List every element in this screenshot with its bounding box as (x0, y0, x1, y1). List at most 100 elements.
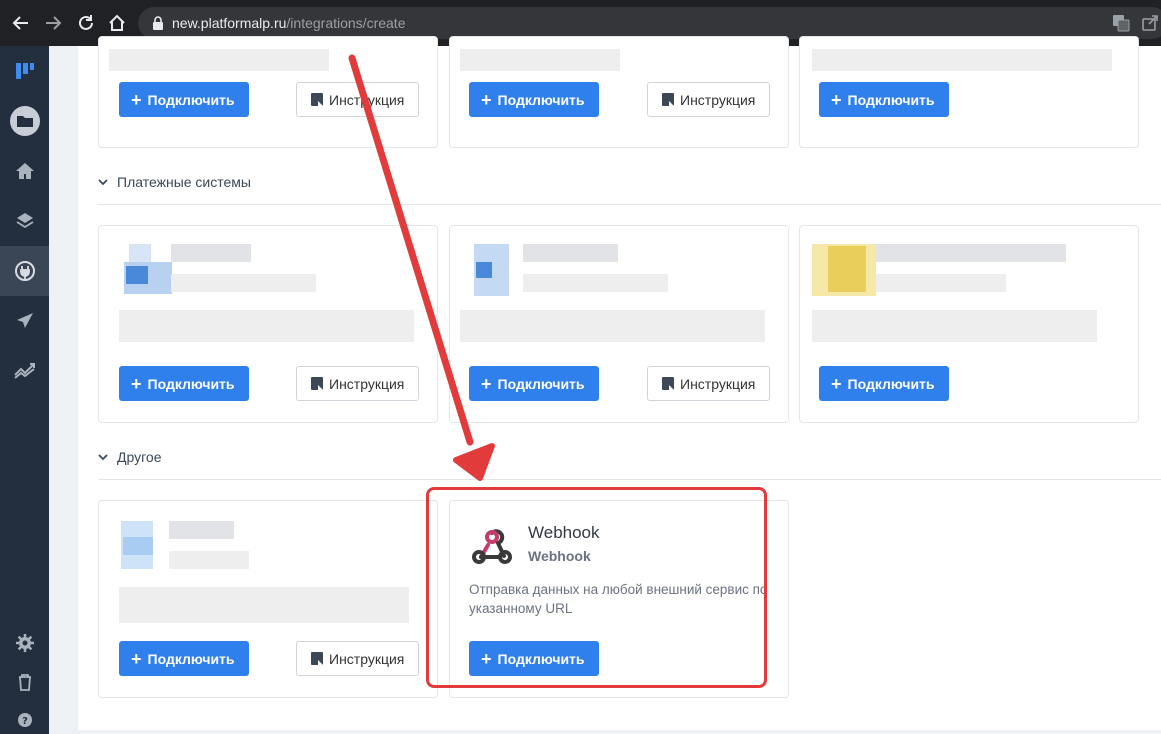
instructions-button[interactable]: Инструкция (647, 82, 771, 117)
plus-icon: + (481, 89, 492, 110)
connect-label: Подключить (847, 91, 935, 108)
blurred-logo (126, 266, 148, 284)
blurred-text (812, 310, 1097, 342)
connect-label: Подключить (497, 91, 585, 108)
connect-button[interactable]: + Подключить (469, 366, 599, 401)
instructions-button[interactable]: Инструкция (647, 366, 771, 401)
instructions-button[interactable]: Инструкция (296, 641, 420, 676)
arrow-right-icon (46, 16, 62, 30)
instructions-label: Инструкция (680, 375, 756, 392)
address-bar[interactable]: new.platformalp.ru/integrations/create (138, 7, 1161, 39)
app-logo[interactable] (0, 46, 49, 96)
blurred-text (169, 551, 249, 569)
url-text: new.platformalp.ru/integrations/create (172, 15, 405, 31)
chevron-down-icon (98, 454, 108, 461)
document-icon (311, 652, 323, 665)
blurred-logo (129, 244, 151, 262)
blurred-text (169, 521, 234, 539)
instructions-label: Инструкция (329, 375, 405, 392)
sidebar: ? (0, 46, 49, 734)
sidebar-item-projects[interactable] (0, 96, 49, 146)
sidebar-item-home[interactable] (0, 146, 49, 196)
logo-icon (15, 63, 34, 79)
trash-icon (18, 674, 31, 691)
layers-icon (16, 213, 33, 229)
blurred-logo (123, 537, 153, 555)
url-host: new.platformalp.ru (172, 15, 287, 31)
instructions-label: Инструкция (329, 650, 405, 667)
translate-icon (1113, 15, 1130, 32)
section-divider (98, 479, 1161, 480)
instructions-label: Инструкция (680, 91, 756, 108)
integration-card: + Подключить Инструкция (98, 225, 438, 423)
plus-icon: + (131, 373, 142, 394)
blurred-text (171, 274, 316, 292)
sidebar-item-layers[interactable] (0, 196, 49, 246)
instructions-button[interactable]: Инструкция (296, 82, 420, 117)
sidebar-item-analytics[interactable] (0, 346, 49, 396)
document-icon (662, 377, 674, 390)
connect-button[interactable]: + Подключить (469, 82, 599, 117)
arrow-left-icon (12, 16, 28, 30)
back-button[interactable] (10, 12, 32, 34)
url-path: /integrations/create (286, 15, 406, 31)
connect-button[interactable]: + Подключить (819, 366, 949, 401)
sidebar-item-help[interactable]: ? (0, 698, 49, 734)
connect-label: Подключить (147, 375, 235, 392)
connect-button[interactable]: + Подключить (119, 641, 249, 676)
home-icon (15, 163, 34, 179)
instructions-label: Инструкция (329, 91, 405, 108)
reload-button[interactable] (75, 12, 97, 34)
translate-button[interactable] (1112, 14, 1130, 37)
blurred-text (460, 310, 765, 342)
integration-card: + Подключить Инструкция (449, 225, 789, 423)
connect-button[interactable]: + Подключить (819, 82, 949, 117)
connect-label: Подключить (847, 375, 935, 392)
share-icon (1142, 15, 1158, 31)
section-toggle-payments[interactable]: Платежные системы (98, 174, 251, 190)
integration-card: + Подключить Инструкция (449, 36, 789, 148)
connect-button[interactable]: + Подключить (119, 366, 249, 401)
sidebar-item-send[interactable] (0, 296, 49, 346)
instructions-button[interactable]: Инструкция (296, 366, 420, 401)
blurred-text (523, 244, 618, 262)
blurred-text (876, 244, 1066, 262)
gear-icon (15, 634, 34, 652)
connect-label: Подключить (147, 91, 235, 108)
integration-card: + Подключить Инструкция (98, 36, 438, 148)
integration-card: + Подключить (799, 225, 1139, 423)
blurred-text (171, 244, 251, 262)
annotation-highlight-box (426, 487, 767, 688)
blurred-logo (476, 262, 492, 278)
integration-card: + Подключить (799, 36, 1139, 148)
document-icon (311, 377, 323, 390)
help-icon: ? (17, 713, 32, 727)
sidebar-item-integrations[interactable] (0, 246, 49, 296)
blurred-text (876, 274, 1006, 292)
section-divider (98, 204, 1161, 205)
home-button[interactable] (106, 12, 128, 34)
forward-button[interactable] (42, 12, 64, 34)
home-outline-icon (109, 14, 125, 31)
blurred-text (812, 49, 1112, 71)
plus-icon: + (831, 89, 842, 110)
connect-label: Подключить (497, 375, 585, 392)
connect-button[interactable]: + Подключить (119, 82, 249, 117)
blurred-text (460, 49, 620, 71)
section-toggle-other[interactable]: Другое (98, 449, 161, 465)
plus-icon: + (831, 373, 842, 394)
section-title-other: Другое (117, 449, 162, 465)
document-icon (311, 93, 323, 106)
send-icon (16, 313, 33, 328)
blurred-text (119, 587, 409, 623)
svg-text:?: ? (22, 716, 28, 727)
blurred-text (109, 49, 329, 71)
plus-icon: + (131, 648, 142, 669)
plus-icon: + (131, 89, 142, 110)
blurred-text (523, 274, 668, 292)
reload-icon (79, 15, 93, 30)
chevron-down-icon (98, 179, 108, 186)
chart-icon (13, 363, 35, 379)
document-icon (662, 93, 674, 106)
share-button[interactable] (1141, 14, 1159, 37)
